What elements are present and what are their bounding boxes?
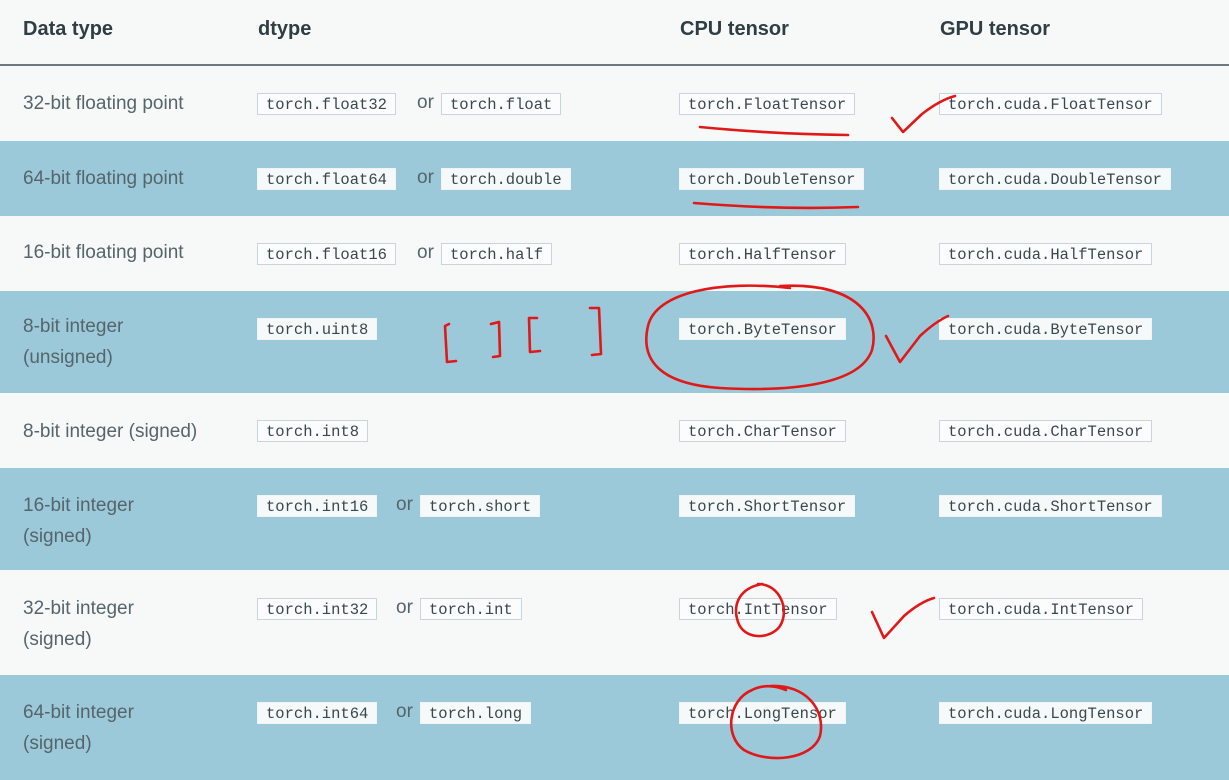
header-gpu-tensor: GPU tensor xyxy=(940,18,1051,40)
table-header: Data type dtype CPU tensor GPU tensor xyxy=(0,0,1229,64)
data-type-label: 64-bit integer (signed) xyxy=(23,702,134,754)
cpu-tensor-code: torch.LongTensor xyxy=(679,702,846,724)
table-row: 32-bit integer (signed) torch.int32 or t… xyxy=(0,570,1229,675)
gpu-tensor-code: torch.cuda.DoubleTensor xyxy=(939,168,1171,190)
dtype-code: torch.float64 xyxy=(257,168,396,190)
cpu-tensor-code: torch.DoubleTensor xyxy=(679,168,865,190)
dtype-alias-code: torch.double xyxy=(441,168,571,190)
gpu-tensor-code: torch.cuda.HalfTensor xyxy=(939,243,1153,265)
dtype-code: torch.uint8 xyxy=(257,318,378,340)
header-dtype: dtype xyxy=(258,18,312,40)
dtype-code: torch.int32 xyxy=(257,598,378,620)
table-row: 16-bit floating point torch.float16 or t… xyxy=(0,216,1229,291)
table-row: 32-bit floating point torch.float32 or t… xyxy=(0,66,1229,141)
or-text: or xyxy=(396,597,413,618)
gpu-tensor-code: torch.cuda.ByteTensor xyxy=(939,318,1153,340)
data-type-label: 8-bit integer (signed) xyxy=(23,421,198,442)
data-type-label: 16-bit floating point xyxy=(23,242,184,263)
data-type-label: 32-bit floating point xyxy=(23,93,184,114)
cpu-tensor-code: torch.FloatTensor xyxy=(679,93,856,115)
dtype-code: torch.float32 xyxy=(257,93,396,115)
data-type-label: 64-bit floating point xyxy=(23,168,184,189)
dtype-alias-code: torch.int xyxy=(420,598,522,620)
table-row: 64-bit floating point torch.float64 or t… xyxy=(0,141,1229,216)
dtype-table: Data type dtype CPU tensor GPU tensor 32… xyxy=(0,0,1229,780)
gpu-tensor-code: torch.cuda.LongTensor xyxy=(939,702,1153,724)
data-type-label: 8-bit integer (unsigned) xyxy=(23,316,124,368)
or-text: or xyxy=(417,167,434,188)
cpu-tensor-code: torch.CharTensor xyxy=(679,420,846,442)
header-data-type: Data type xyxy=(23,18,114,40)
cpu-tensor-code: torch.IntTensor xyxy=(679,598,837,620)
gpu-tensor-code: torch.cuda.FloatTensor xyxy=(939,93,1162,115)
table-row: 8-bit integer (unsigned) torch.uint8 tor… xyxy=(0,291,1229,393)
dtype-code: torch.int64 xyxy=(257,702,378,724)
cpu-tensor-code: torch.ShortTensor xyxy=(679,495,856,517)
table-row: 16-bit integer (signed) torch.int16 or t… xyxy=(0,468,1229,570)
gpu-tensor-code: torch.cuda.ShortTensor xyxy=(939,495,1162,517)
cpu-tensor-code: torch.HalfTensor xyxy=(679,243,846,265)
cpu-tensor-code: torch.ByteTensor xyxy=(679,318,846,340)
gpu-tensor-code: torch.cuda.IntTensor xyxy=(939,598,1144,620)
or-text: or xyxy=(417,92,434,113)
dtype-code: torch.int8 xyxy=(257,420,369,442)
table-row: 8-bit integer (signed) torch.int8 torch.… xyxy=(0,393,1229,468)
header-cpu-tensor: CPU tensor xyxy=(680,18,789,40)
dtype-alias-code: torch.short xyxy=(420,495,541,517)
dtype-code: torch.int16 xyxy=(257,495,378,517)
data-type-label: 32-bit integer (signed) xyxy=(23,598,134,650)
dtype-alias-code: torch.float xyxy=(441,93,562,115)
gpu-tensor-code: torch.cuda.CharTensor xyxy=(939,420,1153,442)
dtype-code: torch.float16 xyxy=(257,243,396,265)
dtype-alias-code: torch.long xyxy=(420,702,532,724)
or-text: or xyxy=(396,494,413,515)
or-text: or xyxy=(417,242,434,263)
table-row: 64-bit integer (signed) torch.int64 or t… xyxy=(0,675,1229,780)
dtype-alias-code: torch.half xyxy=(441,243,553,265)
or-text: or xyxy=(396,701,413,722)
data-type-label: 16-bit integer (signed) xyxy=(23,495,134,547)
